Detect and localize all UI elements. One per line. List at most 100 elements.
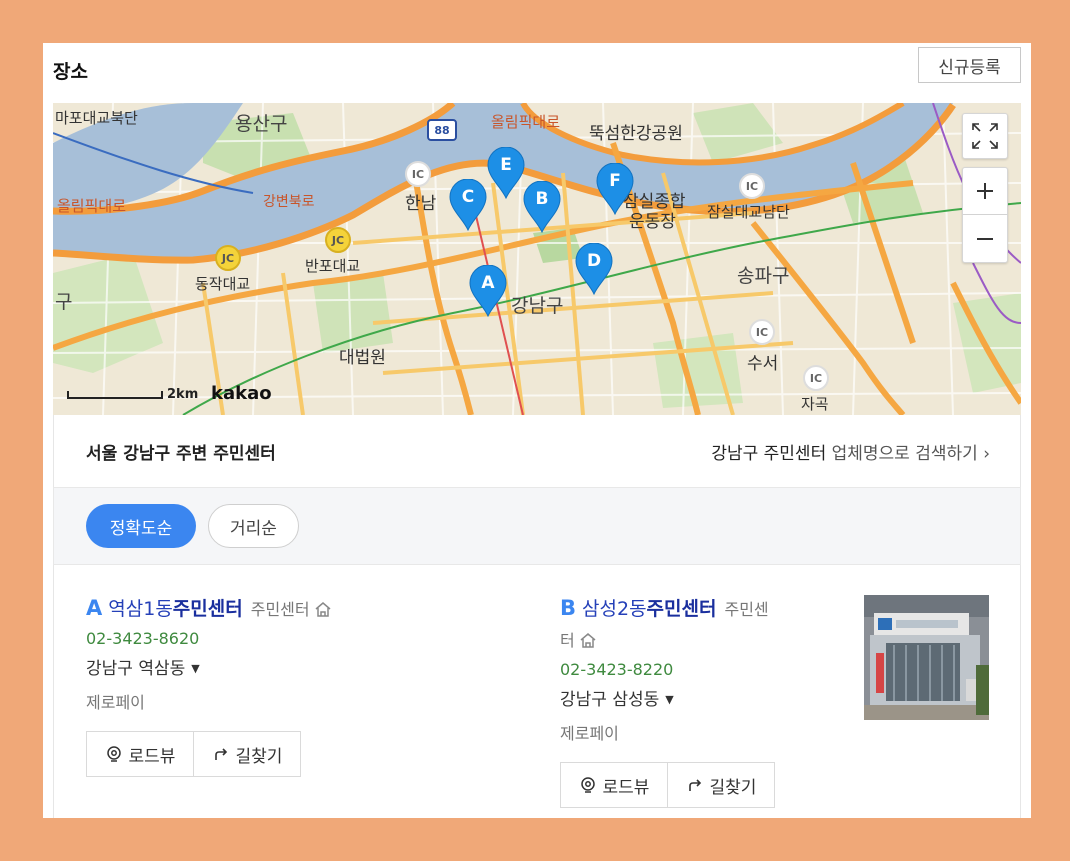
caret-down-icon: ▼	[191, 662, 200, 675]
building-photo	[864, 595, 989, 720]
result-title: 서울 강남구 주변 주민센터	[86, 444, 276, 464]
address-text: 강남구 역삼동	[86, 659, 186, 679]
map-label: 자곡	[801, 395, 829, 413]
marker-letter: D	[586, 251, 602, 271]
new-register-button[interactable]: 신규등록	[918, 47, 1021, 83]
place-address[interactable]: 강남구 역삼동 ▼	[86, 654, 332, 679]
sort-accuracy-button[interactable]: 정확도순	[86, 504, 196, 548]
fullscreen-button[interactable]	[962, 113, 1008, 159]
jc-badge: JC	[215, 245, 241, 271]
place-name-prefix: 역삼1동	[108, 598, 173, 620]
payment-tag: 제로페이	[560, 724, 619, 743]
places-panel: 장소 신규등록 마포대교북단 용산구 올림픽대로 뚝섬한강공원 잠실종합 운동장…	[43, 43, 1031, 818]
map-label: 강변북로	[263, 194, 315, 210]
sort-bar: 정확도순 거리순	[53, 487, 1021, 565]
map-marker-a[interactable]: A	[469, 264, 507, 318]
map-label: 잠실대교남단	[707, 203, 790, 221]
payment-tag: 제로페이	[86, 693, 145, 712]
place-thumbnail[interactable]	[864, 595, 989, 720]
scale-label: 2km	[167, 387, 199, 402]
item-title: B 삼성2동주민센터 주민센	[560, 593, 830, 625]
home-icon[interactable]	[579, 632, 597, 648]
sort-distance-button[interactable]: 거리순	[208, 504, 299, 548]
scale-bar	[67, 391, 163, 399]
item-letter: A	[86, 596, 103, 620]
map-view[interactable]: 마포대교북단 용산구 올림픽대로 뚝섬한강공원 잠실종합 운동장 잠실대교남단 …	[53, 103, 1021, 415]
panel-header: 장소 신규등록	[43, 43, 1031, 103]
roadview-button[interactable]: 로드뷰	[87, 732, 193, 776]
place-name-link[interactable]: 역삼1동주민센터	[108, 598, 242, 620]
map-label: 마포대교북단	[55, 109, 138, 127]
route-88-badge: 88	[427, 119, 457, 141]
marker-letter: B	[535, 189, 549, 209]
home-icon[interactable]	[314, 601, 332, 617]
place-category-wrap: 터	[560, 631, 575, 650]
map-marker-c[interactable]: C	[449, 178, 487, 232]
minus-icon	[977, 237, 993, 240]
roadview-label: 로드뷰	[128, 746, 176, 767]
result-list: A 역삼1동주민센터 주민센터 02-3423-8620 강남구 역삼동 ▼ 제로페이…	[53, 565, 1021, 818]
place-name-link[interactable]: 삼성2동주민센터	[582, 598, 716, 620]
map-marker-f[interactable]: F	[596, 162, 634, 216]
list-item: A 역삼1동주민센터 주민센터 02-3423-8620 강남구 역삼동 ▼ 제로페이…	[86, 593, 332, 777]
map-label: 송파구	[737, 265, 790, 287]
ic-badge: IC	[405, 161, 431, 187]
ic-badge: IC	[749, 319, 775, 345]
place-category: 주민센터	[250, 600, 310, 619]
map-label: 대법원	[339, 348, 386, 368]
map-marker-b[interactable]: B	[523, 180, 561, 234]
plus-icon	[977, 183, 993, 199]
directions-arrow-icon	[688, 779, 701, 791]
directions-button[interactable]: 길찾기	[667, 763, 774, 807]
map-marker-d[interactable]: D	[575, 242, 613, 296]
place-category: 주민센	[724, 600, 769, 619]
directions-button[interactable]: 길찾기	[193, 732, 300, 776]
zoom-out-button[interactable]	[962, 215, 1008, 263]
expand-icon	[972, 123, 998, 149]
map-label: 반포대교	[305, 257, 361, 275]
place-name-bold: 주민센터	[172, 598, 243, 620]
map-label: 강남구	[511, 295, 564, 317]
place-address[interactable]: 강남구 삼성동 ▼	[560, 685, 830, 710]
map-label: 한남	[405, 194, 437, 214]
marker-letter: A	[481, 273, 495, 293]
ic-badge: IC	[739, 173, 765, 199]
roadview-icon	[580, 777, 595, 793]
map-label: 올림픽대로	[57, 197, 127, 215]
directions-arrow-icon	[214, 748, 227, 760]
map-label: 올림픽대로	[491, 113, 561, 131]
zoom-in-button[interactable]	[962, 167, 1008, 215]
map-provider-logo: kakao	[211, 383, 272, 404]
map-base	[53, 103, 1021, 415]
map-label: 뚝섬한강공원	[589, 124, 683, 144]
roadview-button[interactable]: 로드뷰	[561, 763, 667, 807]
place-phone[interactable]: 02-3423-8220	[560, 660, 830, 679]
action-buttons: 로드뷰 길찾기	[560, 762, 775, 808]
directions-label: 길찾기	[709, 777, 757, 798]
marker-letter: F	[609, 171, 621, 191]
marker-letter: E	[500, 155, 512, 175]
ic-badge: IC	[803, 365, 829, 391]
item-letter: B	[560, 596, 577, 620]
map-label: 구	[55, 291, 73, 313]
jc-badge: JC	[325, 227, 351, 253]
search-by-name-link[interactable]: 강남구 주민센터 업체명으로 검색하기 ›	[711, 439, 990, 464]
caret-down-icon: ▼	[665, 693, 674, 706]
address-text: 강남구 삼성동	[560, 690, 660, 710]
map-scale: 2km	[67, 387, 199, 402]
list-item: B 삼성2동주민센터 주민센 터 02-3423-8220 강남구 삼성동 ▼ 제로페…	[560, 593, 830, 808]
directions-label: 길찾기	[235, 746, 283, 767]
action-buttons: 로드뷰 길찾기	[86, 731, 301, 777]
map-marker-e[interactable]: E	[487, 146, 525, 200]
result-header: 서울 강남구 주변 주민센터 강남구 주민센터 업체명으로 검색하기 ›	[53, 415, 1021, 487]
map-label: 동작대교	[195, 275, 251, 293]
place-phone[interactable]: 02-3423-8620	[86, 629, 332, 648]
map-label: 용산구	[235, 113, 288, 135]
map-label: 운동장	[629, 212, 676, 232]
roadview-icon	[106, 746, 121, 762]
page-title: 장소	[53, 61, 88, 83]
item-title: A 역삼1동주민센터 주민센터	[86, 593, 332, 625]
map-label: 수서	[747, 354, 779, 374]
place-name-prefix: 삼성2동	[582, 598, 647, 620]
marker-letter: C	[461, 187, 475, 207]
